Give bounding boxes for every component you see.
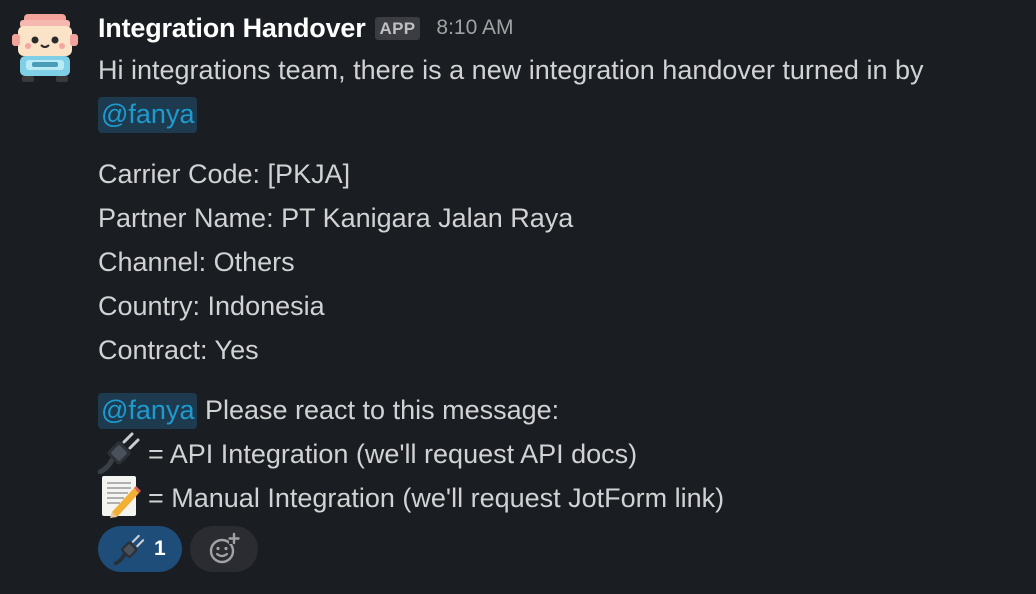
message-content: Integration Handover APP 8:10 AM Hi inte… (98, 8, 1028, 572)
robot-avatar-icon (12, 14, 78, 82)
electric-plug-icon (98, 432, 140, 474)
electric-plug-icon (114, 534, 145, 565)
add-reaction-button[interactable] (189, 526, 258, 572)
react-prompt-text: Please react to this message: (197, 395, 560, 425)
intro-text: Hi integrations team, there is a new int… (98, 55, 924, 85)
sender-name[interactable]: Integration Handover (98, 13, 366, 44)
intro-mention-line: @fanya (98, 92, 1028, 136)
user-mention[interactable]: @fanya (98, 393, 198, 429)
reaction-electric-plug[interactable]: 1 (98, 526, 182, 572)
detail-contract: Contract: Yes (98, 335, 259, 365)
user-mention[interactable]: @fanya (98, 97, 198, 133)
detail-partner-name: Partner Name: PT Kanigara Jalan Raya (98, 203, 574, 233)
detail-carrier-code: Carrier Code: [PKJA] (98, 159, 351, 189)
option-manual-text: = Manual Integration (we'll request JotF… (148, 483, 725, 513)
react-prompt-line: @fanya Please react to this message: (98, 388, 1028, 432)
message-timestamp[interactable]: 8:10 AM (436, 16, 513, 40)
app-badge: APP (374, 16, 421, 40)
message-header: Integration Handover APP 8:10 AM (98, 8, 1028, 48)
option-api-text: = API Integration (we'll request API doc… (148, 439, 638, 469)
message-container: Integration Handover APP 8:10 AM Hi inte… (0, 0, 1036, 594)
detail-country: Country: Indonesia (98, 291, 325, 321)
memo-icon (102, 475, 141, 518)
option-api: = API Integration (we'll request API doc… (98, 432, 1028, 476)
option-manual: = Manual Integration (we'll request JotF… (98, 475, 1028, 520)
add-emoji-icon (209, 532, 240, 564)
reactions-bar: 1 (98, 526, 1028, 572)
bot-avatar[interactable] (12, 14, 78, 82)
reaction-count: 1 (154, 537, 166, 560)
detail-channel: Channel: Others (98, 247, 295, 277)
